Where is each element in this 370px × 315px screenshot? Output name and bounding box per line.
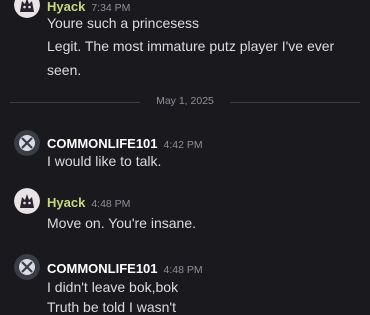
message-text: I didn't leave bok,bok [47, 279, 179, 295]
author-name[interactable]: COMMONLIFE101 [47, 261, 158, 276]
divider-date: May 1, 2025 [156, 95, 214, 107]
message-text: Youre such a princesess [47, 15, 200, 31]
message-text: Truth be told I wasn't [47, 299, 176, 315]
date-divider: May 1, 2025 [10, 95, 360, 109]
xbox-avatar-icon[interactable] [14, 254, 40, 280]
hyack-avatar-icon[interactable] [14, 0, 40, 18]
message-text: seen. [47, 62, 82, 78]
author-name[interactable]: Hyack [47, 195, 85, 210]
xbox-avatar-icon[interactable] [14, 130, 40, 156]
timestamp: 4:48 PM [163, 264, 203, 276]
author-name[interactable]: Hyack [47, 0, 85, 14]
author-name[interactable]: COMMONLIFE101 [47, 136, 158, 151]
hyack-avatar-icon[interactable] [14, 188, 40, 214]
timestamp: 4:42 PM [163, 139, 203, 151]
divider-line-right [230, 102, 360, 103]
message-text: I would like to talk. [47, 153, 162, 169]
message-text: Move on. You're insane. [47, 215, 197, 231]
message-text: Legit. The most immature putz player I'v… [47, 38, 335, 54]
timestamp: 4:48 PM [91, 198, 131, 210]
timestamp: 7:34 PM [91, 2, 131, 14]
